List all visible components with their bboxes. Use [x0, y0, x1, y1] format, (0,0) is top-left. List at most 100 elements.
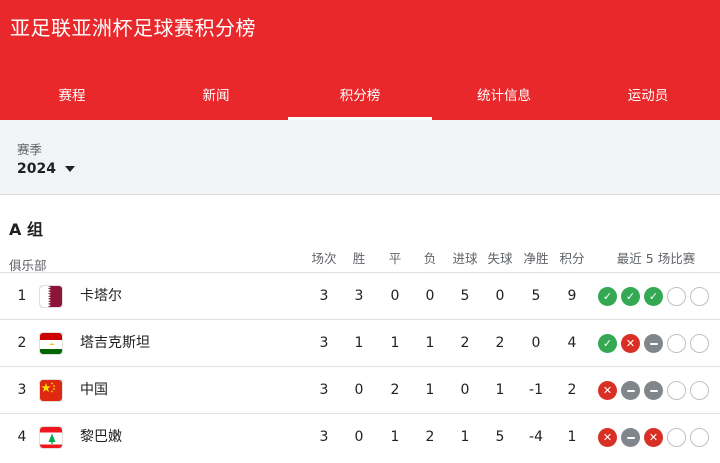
stat-goals-for: 5 [460, 288, 470, 304]
stat-points: 4 [567, 335, 577, 351]
rank: 4 [17, 429, 27, 445]
column-header-goals-for: 进球 [452, 251, 478, 266]
tab-label: 统计信息 [477, 88, 531, 104]
stat-won: 0 [354, 382, 364, 398]
stat-won: 1 [354, 335, 364, 351]
app-header: 亚足联亚洲杯足球赛积分榜 赛程 新闻 积分榜 统计信息 运动员 [0, 0, 720, 120]
stat-won: 3 [354, 288, 364, 304]
tajikistan-flag-icon [39, 332, 63, 355]
table-row[interactable]: 2 塔吉克斯坦 3 1 1 1 2 2 0 4 ✓ ✕ [0, 319, 720, 366]
loss-x-icon: ✕ [598, 381, 617, 400]
draw-dash-icon [644, 334, 663, 353]
tab-players[interactable]: 运动员 [576, 68, 720, 120]
stat-points: 1 [567, 429, 577, 445]
stat-goal-diff: 0 [531, 335, 541, 351]
caret-down-icon [64, 166, 75, 172]
season-value: 2024 [17, 161, 56, 177]
team-name: 塔吉克斯坦 [80, 335, 150, 351]
stat-drawn: 2 [390, 382, 400, 398]
stat-goals-against: 1 [495, 382, 505, 398]
tab-bar: 赛程 新闻 积分榜 统计信息 运动员 [0, 68, 720, 120]
win-check-icon: ✓ [644, 287, 663, 306]
column-header-lost: 负 [423, 251, 437, 266]
stat-points: 9 [567, 288, 577, 304]
loss-x-icon: ✕ [621, 334, 640, 353]
empty-result-icon [690, 428, 709, 447]
draw-dash-icon [644, 381, 663, 400]
group-title: A 组 [9, 220, 43, 239]
stat-drawn: 1 [390, 429, 400, 445]
season-filter-bar: 赛季 2024 [0, 120, 720, 195]
tab-schedule[interactable]: 赛程 [0, 68, 144, 120]
recent-form: ✓ ✕ [598, 334, 709, 353]
stat-drawn: 0 [390, 288, 400, 304]
stat-goals-for: 1 [460, 429, 470, 445]
draw-dash-icon [621, 428, 640, 447]
stat-played: 3 [319, 335, 329, 351]
stat-lost: 0 [425, 288, 435, 304]
stat-played: 3 [319, 382, 329, 398]
empty-result-icon [690, 287, 709, 306]
stat-goal-diff: -1 [529, 382, 543, 398]
empty-result-icon [690, 334, 709, 353]
tab-standings[interactable]: 积分榜 [288, 68, 432, 120]
column-header-points: 积分 [559, 251, 585, 266]
rank: 3 [17, 382, 27, 398]
qatar-flag-icon [39, 285, 63, 308]
stat-played: 3 [319, 429, 329, 445]
loss-x-icon: ✕ [598, 428, 617, 447]
team-name: 卡塔尔 [80, 288, 122, 304]
stat-goals-against: 5 [495, 429, 505, 445]
lebanon-flag-icon [39, 426, 63, 449]
rank: 1 [17, 288, 27, 304]
loss-x-icon: ✕ [644, 428, 663, 447]
tab-label: 赛程 [58, 88, 86, 104]
stat-goals-for: 2 [460, 335, 470, 351]
stat-lost: 2 [425, 429, 435, 445]
stat-played: 3 [319, 288, 329, 304]
empty-result-icon [667, 381, 686, 400]
win-check-icon: ✓ [598, 287, 617, 306]
recent-form: ✓ ✓ ✓ [598, 287, 709, 306]
tab-label: 新闻 [202, 88, 230, 104]
column-header-last-five: 最近 5 场比赛 [616, 251, 696, 266]
tab-label: 积分榜 [339, 88, 381, 104]
stat-goals-for: 0 [460, 382, 470, 398]
empty-result-icon [667, 334, 686, 353]
tab-label: 运动员 [627, 88, 669, 104]
stat-drawn: 1 [390, 335, 400, 351]
column-header-played: 场次 [311, 251, 337, 266]
column-header-goal-diff: 净胜 [523, 251, 549, 266]
stat-lost: 1 [425, 382, 435, 398]
stat-goals-against: 2 [495, 335, 505, 351]
column-header-goals-against: 失球 [487, 251, 513, 266]
empty-result-icon [690, 381, 709, 400]
table-row[interactable]: 3 中国 3 0 2 1 0 1 -1 2 ✕ [0, 366, 720, 413]
table-row[interactable]: 1 卡塔尔 3 3 0 0 5 0 5 9 ✓ ✓ ✓ [0, 272, 720, 319]
season-label: 赛季 [17, 142, 43, 157]
recent-form: ✕ [598, 381, 709, 400]
empty-result-icon [667, 287, 686, 306]
stat-goals-against: 0 [495, 288, 505, 304]
tab-news[interactable]: 新闻 [144, 68, 288, 120]
column-header-won: 胜 [352, 251, 366, 266]
team-name: 黎巴嫩 [80, 429, 122, 445]
team-name: 中国 [80, 382, 108, 398]
stat-goal-diff: 5 [531, 288, 541, 304]
win-check-icon: ✓ [621, 287, 640, 306]
win-check-icon: ✓ [598, 334, 617, 353]
tab-stats[interactable]: 统计信息 [432, 68, 576, 120]
recent-form: ✕ ✕ [598, 428, 709, 447]
table-row[interactable]: 4 黎巴嫩 3 0 1 2 1 5 -4 1 ✕ ✕ [0, 413, 720, 460]
column-header-drawn: 平 [388, 251, 402, 266]
stat-lost: 1 [425, 335, 435, 351]
empty-result-icon [667, 428, 686, 447]
stat-goal-diff: -4 [529, 429, 543, 445]
rank: 2 [17, 335, 27, 351]
draw-dash-icon [621, 381, 640, 400]
stat-points: 2 [567, 382, 577, 398]
season-dropdown[interactable]: 2024 [17, 161, 75, 177]
page-title: 亚足联亚洲杯足球赛积分榜 [10, 16, 256, 40]
stat-won: 0 [354, 429, 364, 445]
china-flag-icon [39, 379, 63, 402]
